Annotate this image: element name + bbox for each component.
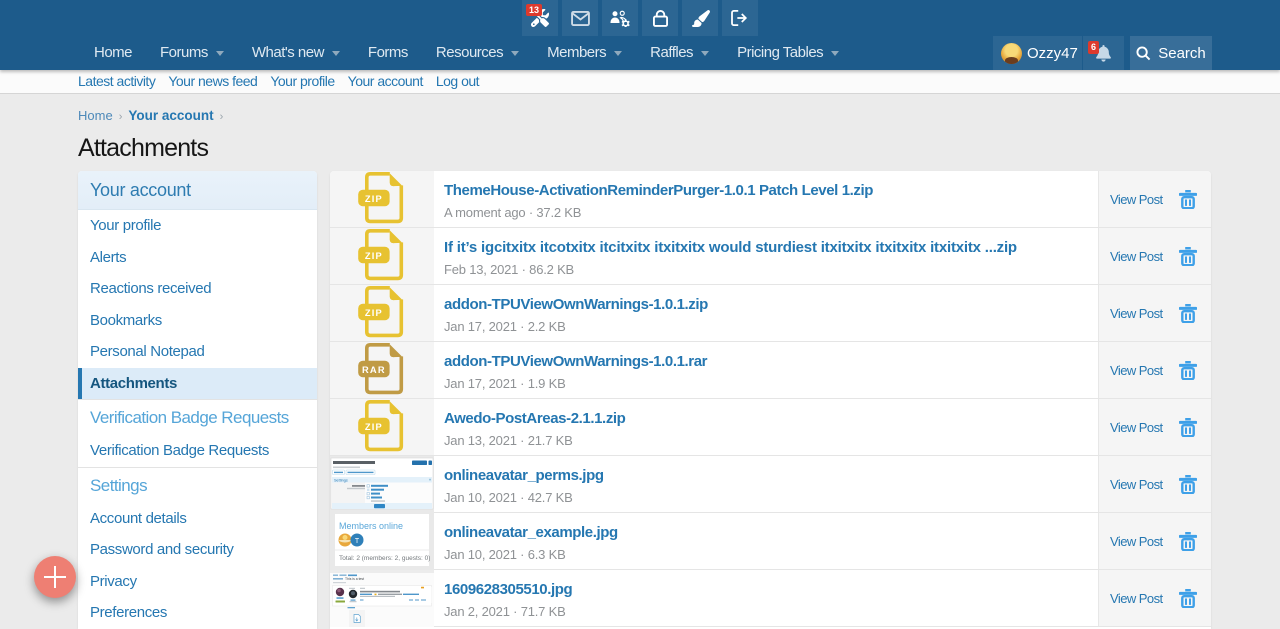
svg-text:RAR: RAR <box>362 365 386 375</box>
svg-text:T: T <box>355 538 360 545</box>
svg-text:ZIP: ZIP <box>365 194 383 204</box>
svg-text:ZIP: ZIP <box>365 422 383 432</box>
svg-text:Settings: Settings <box>334 478 348 482</box>
svg-text:Members online: Members online <box>339 521 403 531</box>
svg-text:Total: 2 (members: 2, guests:: Total: 2 (members: 2, guests: 0) <box>339 555 430 562</box>
svg-text:ZIP: ZIP <box>365 251 383 261</box>
svg-text:ZIP: ZIP <box>365 308 383 318</box>
svg-text:This is a test: This is a test <box>345 577 364 581</box>
